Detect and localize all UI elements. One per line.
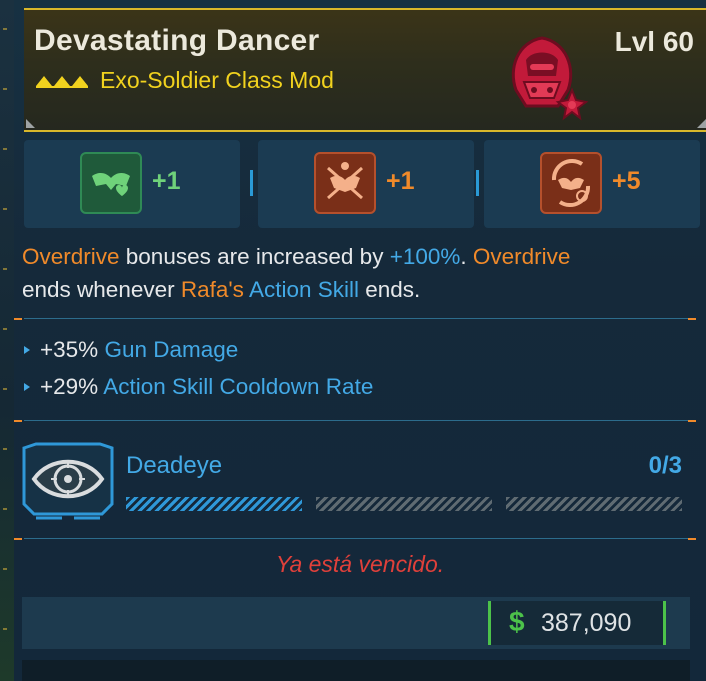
perk-separator xyxy=(250,170,253,196)
divider xyxy=(24,538,696,539)
perk-value: +1 xyxy=(152,167,181,195)
skill-rank: 0/3 xyxy=(648,452,682,479)
eye-target-skill-icon[interactable] xyxy=(22,442,114,522)
stat-value: +35% xyxy=(40,337,99,362)
header-corner-right xyxy=(697,119,706,128)
divider-tick xyxy=(688,538,696,540)
character-name: Rafa's xyxy=(180,277,244,302)
stat-label: Action Skill Cooldown Rate xyxy=(103,374,374,399)
bullet-arrow-icon xyxy=(24,383,30,391)
stat-list: +35% Gun Damage +29% Action Skill Cooldo… xyxy=(22,333,682,407)
divider-tick xyxy=(14,538,22,540)
keyword-overdrive: Overdrive xyxy=(472,244,571,269)
exo-soldier-hood-emblem-icon xyxy=(511,36,589,121)
crossed-blades-mask-perk-icon xyxy=(314,152,376,214)
item-card: Devastating Dancer Lvl 60 Exo-Soldier Cl… xyxy=(14,0,706,681)
stat-item: +35% Gun Damage xyxy=(22,333,682,370)
stat-value: +29% xyxy=(40,374,99,399)
stat-label: Gun Damage xyxy=(104,337,239,362)
perk-3[interactable]: +5 xyxy=(484,140,700,228)
rank-segment xyxy=(126,497,302,511)
mask-heart-perk-icon xyxy=(80,152,142,214)
divider-tick xyxy=(688,318,696,320)
item-name: Devastating Dancer xyxy=(34,24,320,57)
dollar-icon: $ xyxy=(509,606,525,637)
keyword-action-skill: Action Skill xyxy=(248,277,359,302)
bullet-arrow-icon xyxy=(24,346,30,354)
perk-2[interactable]: +1 xyxy=(258,140,474,228)
divider-tick xyxy=(14,420,22,422)
divider-tick xyxy=(14,318,22,320)
bottom-bar xyxy=(22,660,690,681)
rarity-row: Exo-Soldier Class Mod xyxy=(34,67,334,94)
rank-segment xyxy=(316,497,492,511)
rarity-chevrons-icon xyxy=(36,75,88,88)
perk-value: +5 xyxy=(612,167,641,195)
item-header: Devastating Dancer Lvl 60 Exo-Soldier Cl… xyxy=(24,8,706,132)
description-text: bonuses are increased by xyxy=(119,244,390,269)
price-value: 387,090 xyxy=(541,609,632,637)
item-level: Lvl 60 xyxy=(614,26,694,57)
item-description: Overdrive bonuses are increased by +100%… xyxy=(22,240,682,306)
expired-status-message: Ya está vencido. xyxy=(275,551,445,577)
perk-separator xyxy=(476,170,479,196)
perk-value: +1 xyxy=(386,167,415,195)
keyword-overdrive: Overdrive xyxy=(22,244,120,269)
perk-1[interactable]: +1 xyxy=(24,140,240,228)
stat-item: +29% Action Skill Cooldown Rate xyxy=(22,370,682,407)
spinning-blades-mask-perk-icon xyxy=(540,152,602,214)
divider-tick xyxy=(688,420,696,422)
divider xyxy=(24,420,696,421)
item-type: Exo-Soldier Class Mod xyxy=(100,67,334,93)
description-text: . xyxy=(460,244,473,269)
divider xyxy=(24,318,696,319)
description-text: ends. xyxy=(359,277,421,302)
rank-segment xyxy=(506,497,682,511)
description-text: ends whenever xyxy=(22,277,181,302)
background-inventory-strip xyxy=(0,0,15,681)
header-corner-left xyxy=(26,119,35,128)
price-bar: $ 387,090 xyxy=(22,597,690,649)
price-box: $ 387,090 xyxy=(488,601,666,645)
perk-row: +1 +1 +5 xyxy=(24,140,706,228)
skill-name: Deadeye xyxy=(126,452,223,479)
bonus-value: +100% xyxy=(389,244,461,269)
